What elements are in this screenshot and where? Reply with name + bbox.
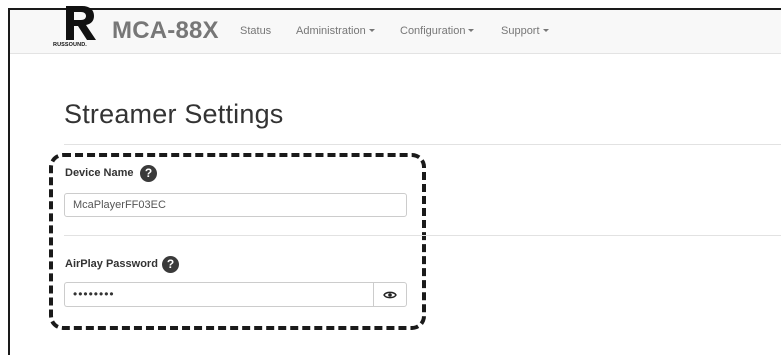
airplay-password-input[interactable]: ••••••••: [64, 282, 373, 307]
question-circle-icon[interactable]: ?: [162, 256, 179, 273]
question-circle-icon[interactable]: ?: [140, 165, 157, 182]
caret-down-icon: [468, 29, 475, 32]
caret-down-icon: [542, 29, 549, 32]
device-name-label: Device Name: [65, 167, 134, 179]
logo-caption: RUSSOUND.: [53, 42, 87, 48]
caret-down-icon: [368, 29, 375, 32]
page-title: Streamer Settings: [64, 99, 284, 129]
nav-support-label: Support: [501, 25, 540, 37]
section-divider: [64, 235, 781, 236]
eye-icon: [383, 291, 397, 298]
nav-support[interactable]: Support: [501, 25, 549, 37]
airplay-password-label: AirPlay Password: [65, 258, 158, 270]
nav-status[interactable]: Status: [240, 25, 271, 37]
nav-configuration[interactable]: Configuration: [400, 25, 475, 37]
nav-administration[interactable]: Administration: [296, 25, 375, 37]
brand-name[interactable]: MCA-88X: [112, 17, 219, 45]
nav-configuration-label: Configuration: [400, 25, 466, 37]
title-divider: [64, 144, 781, 145]
russound-logo[interactable]: [56, 0, 104, 48]
nav-status-label: Status: [240, 25, 272, 37]
airplay-password-group: ••••••••: [64, 282, 407, 307]
show-password-button[interactable]: [373, 282, 407, 307]
device-name-input[interactable]: McaPlayerFF03EC: [64, 193, 407, 217]
nav-administration-label: Administration: [296, 25, 366, 37]
